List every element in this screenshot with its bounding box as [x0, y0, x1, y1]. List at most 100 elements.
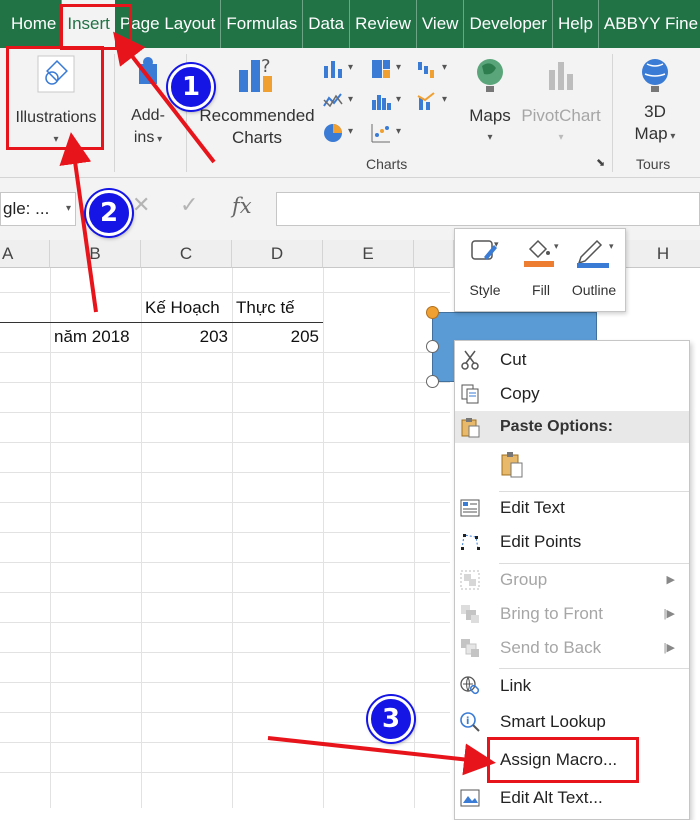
grid-line [0, 682, 450, 683]
fill-button[interactable]: ▾ Fill [517, 235, 565, 298]
tours-group-label: Tours [636, 156, 671, 172]
send-to-back-icon [461, 639, 479, 657]
scatter-chart-icon[interactable] [370, 122, 392, 144]
pivotchart-icon [549, 62, 573, 90]
recommended-charts-icon: ? [239, 56, 272, 92]
resize-handle[interactable] [426, 375, 439, 388]
tab-view[interactable]: View [417, 0, 465, 48]
dialog-launcher-icon[interactable]: ⬊ [596, 156, 605, 169]
tab-data[interactable]: Data [303, 0, 351, 48]
highlight-insert-tab [60, 4, 132, 50]
addins-label-2: ins [133, 129, 155, 146]
grid-line [0, 772, 450, 773]
cell-d-header[interactable]: Thực tế [236, 293, 295, 323]
insert-function-button[interactable]: fx [232, 194, 252, 218]
grid-line [0, 382, 450, 383]
menu-item-link-label: Link [500, 676, 532, 695]
column-header-a[interactable]: A [0, 240, 50, 268]
grid-line [0, 442, 450, 443]
menu-item-group[interactable]: Group ▶ [455, 563, 689, 597]
resize-handle[interactable] [426, 306, 439, 319]
chevron-down-icon[interactable]: ▾ [66, 193, 71, 225]
outline-label: Outline [571, 282, 617, 298]
step-badge-3: 3 [368, 696, 414, 742]
paste-clipboard-icon[interactable] [499, 451, 525, 479]
column-header-f[interactable] [414, 240, 454, 268]
cell-c-plan[interactable]: 203 [141, 322, 228, 352]
addins-label-1: Add- [131, 107, 165, 124]
pivotchart-button[interactable]: PivotChart ▾ [520, 56, 602, 152]
combo-chart-icon[interactable] [416, 90, 438, 112]
column-chart-icon[interactable] [322, 58, 344, 80]
chevron-down-icon[interactable]: ▾ [348, 126, 353, 137]
chevron-down-icon[interactable]: ▾ [396, 62, 401, 73]
menu-item-edit-alt-text-label: Edit Alt Text... [500, 788, 603, 807]
grid-line [0, 562, 450, 563]
style-button[interactable]: ▾ Style [463, 235, 507, 298]
menu-item-smart-lookup[interactable]: i Smart Lookup [455, 705, 689, 739]
grid-line [0, 502, 450, 503]
maps-button[interactable]: Maps ▾ [462, 56, 518, 152]
3d-map-label-row: Map ▾ [620, 123, 690, 148]
name-box-value: gle: ... [3, 199, 50, 218]
grid-line [0, 532, 450, 533]
shape-mini-toolbar: ▾ Style ▾ Fill ▾ Outline [454, 228, 626, 312]
statistic-chart-icon[interactable] [370, 90, 392, 112]
menu-item-bring-to-front-label: Bring to Front [500, 604, 603, 623]
group-divider [612, 54, 613, 172]
3d-map-button[interactable]: 3D Map ▾ [620, 56, 690, 152]
tab-formulas[interactable]: Formulas [221, 0, 304, 48]
recommended-charts-button[interactable]: ? Recommended Charts [196, 52, 318, 152]
chevron-down-icon: ▾ [667, 131, 676, 142]
tab-help[interactable]: Help [553, 0, 599, 48]
menu-item-bring-to-front[interactable]: Bring to Front |▶ [455, 597, 689, 631]
menu-item-copy[interactable]: Copy [455, 377, 689, 411]
chevron-down-icon[interactable]: ▾ [348, 62, 353, 73]
menu-item-send-to-back[interactable]: Send to Back |▶ [455, 631, 689, 665]
tab-review[interactable]: Review [350, 0, 417, 48]
chevron-down-icon[interactable]: ▾ [442, 62, 447, 73]
cancel-icon[interactable]: ✕ [132, 192, 150, 218]
resize-handle[interactable] [426, 340, 439, 353]
tab-developer[interactable]: Developer [464, 0, 553, 48]
chevron-down-icon[interactable]: ▾ [396, 126, 401, 137]
group-divider [114, 54, 115, 172]
svg-text:▾: ▾ [609, 241, 614, 251]
addins-button[interactable]: Add- ins ▾ [122, 52, 174, 150]
line-chart-icon[interactable] [322, 90, 344, 112]
3d-map-label-1: 3D [644, 102, 666, 121]
formula-input[interactable] [276, 192, 700, 226]
menu-item-edit-text[interactable]: Edit Text [455, 491, 689, 525]
name-box[interactable]: gle: ... ▾ [0, 192, 76, 226]
menu-item-link[interactable]: Link [455, 669, 689, 703]
submenu-arrow-icon: ▶ [666, 574, 675, 586]
enter-icon[interactable]: ✓ [180, 192, 198, 218]
column-header-h[interactable]: H [626, 240, 700, 268]
pen-outline-icon: ▾ [577, 239, 614, 268]
menu-item-edit-alt-text[interactable]: Edit Alt Text... [455, 781, 689, 815]
chevron-down-icon[interactable]: ▾ [348, 94, 353, 105]
column-header-d[interactable]: D [232, 240, 323, 268]
chevron-down-icon[interactable]: ▾ [396, 94, 401, 105]
tab-home[interactable]: Home [0, 0, 63, 48]
menu-item-edit-points[interactable]: Edit Points [455, 525, 689, 559]
column-header-b[interactable]: B [50, 240, 141, 268]
cell-c-header[interactable]: Kế Hoạch [145, 293, 220, 323]
svg-text:i: i [466, 716, 469, 727]
outline-button[interactable]: ▾ Outline [567, 235, 621, 298]
menu-item-cut[interactable]: Cut [455, 343, 689, 377]
style-label: Style [469, 282, 501, 298]
menu-item-edit-points-label: Edit Points [500, 532, 582, 551]
tab-abbyy[interactable]: ABBYY Fine [599, 0, 700, 48]
edit-text-icon [460, 499, 480, 517]
column-header-c[interactable]: C [141, 240, 232, 268]
chevron-down-icon[interactable]: ▾ [442, 94, 447, 105]
menu-item-cut-label: Cut [500, 350, 527, 369]
cell-d-actual[interactable]: 205 [232, 322, 319, 352]
column-header-e[interactable]: E [323, 240, 414, 268]
chevron-down-icon: ▾ [154, 134, 163, 145]
waterfall-chart-icon[interactable] [416, 58, 438, 80]
cell-b-label[interactable]: năm 2018 [54, 322, 130, 352]
hierarchy-chart-icon[interactable] [370, 58, 392, 80]
pie-chart-icon[interactable] [322, 122, 344, 144]
